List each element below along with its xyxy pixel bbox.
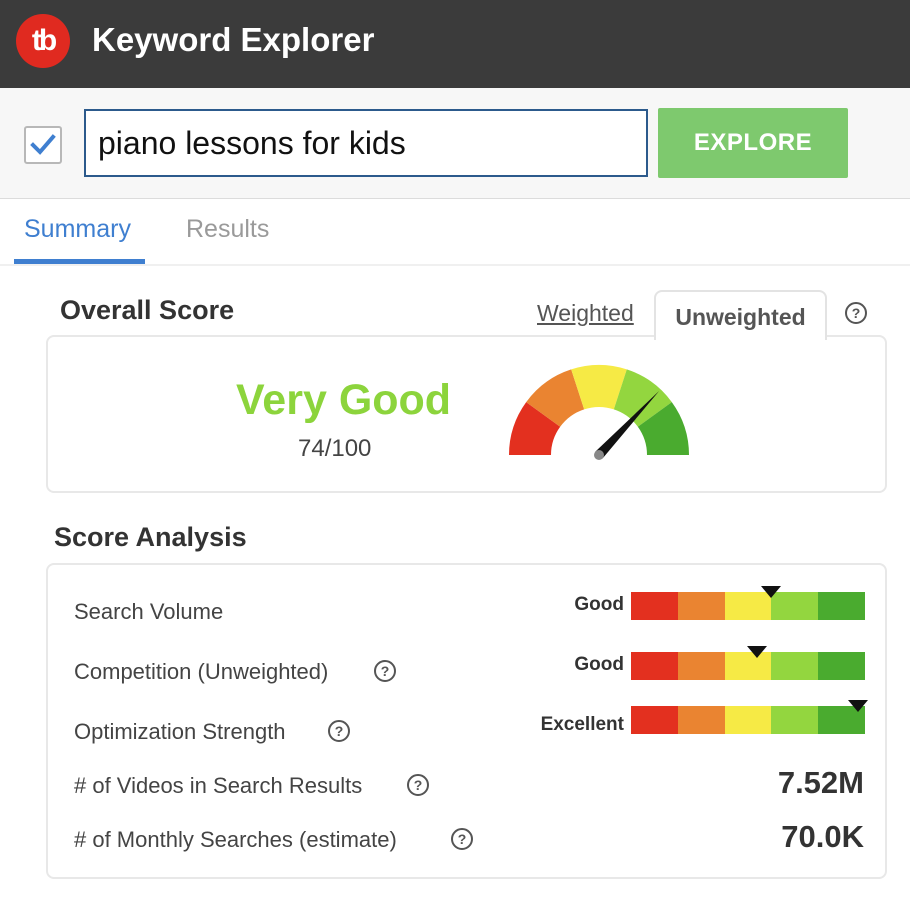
rating-segment-2: [677, 592, 725, 620]
rating-segment-4: [771, 652, 819, 680]
monthly-searches-value: 70.0K: [781, 819, 864, 854]
score-analysis-title: Score Analysis: [54, 522, 247, 552]
optimization-marker: [847, 700, 868, 712]
tab-results[interactable]: Results: [186, 214, 269, 244]
rating-segment-2: [677, 652, 725, 680]
monthly-searches-label: # of Monthly Searches (estimate): [74, 827, 397, 852]
competition-marker: [747, 646, 768, 658]
tubebuddy-logo-icon: tb: [16, 14, 70, 68]
search-volume-bar: [631, 592, 865, 620]
gauge-segments: [509, 365, 689, 455]
tab-bar: Summary Results: [0, 200, 910, 266]
app-title: Keyword Explorer: [92, 21, 375, 58]
search-volume-marker: [761, 586, 782, 598]
monthly-searches-help-icon[interactable]: ?: [451, 828, 473, 850]
videos-in-results-label: # of Videos in Search Results: [74, 773, 363, 798]
search-volume-rating: Good: [574, 594, 624, 615]
gauge-pivot: [594, 450, 604, 460]
videos-in-results-value: 7.52M: [777, 765, 864, 800]
search-checkbox[interactable]: [24, 126, 62, 164]
rating-segment-5: [818, 652, 865, 680]
rating-segment-1: [631, 592, 678, 620]
optimization-help-icon[interactable]: ?: [328, 720, 350, 742]
checkmark-icon: [30, 134, 56, 155]
score-value: 74/100: [298, 435, 372, 462]
competition-rating: Good: [574, 654, 624, 675]
keyword-search-input[interactable]: [84, 109, 648, 177]
competition-label: Competition (Unweighted): [74, 659, 329, 684]
rating-segment-1: [631, 706, 678, 734]
overall-score-title: Overall Score: [60, 295, 235, 325]
optimization-rating: Excellent: [540, 714, 624, 735]
rating-segment-5: [818, 592, 865, 620]
rating-segment-2: [677, 706, 725, 734]
unweighted-tab[interactable]: Unweighted: [654, 290, 827, 340]
rating-segment-3: [724, 706, 772, 734]
overall-score-card: [46, 335, 887, 493]
rating-segment-4: [771, 706, 819, 734]
search-volume-label: Search Volume: [74, 599, 224, 624]
overall-help-icon[interactable]: ?: [845, 302, 867, 324]
videos-help-icon[interactable]: ?: [407, 774, 429, 796]
optimization-strength-label: Optimization Strength: [74, 719, 286, 744]
explore-button[interactable]: EXPLORE: [658, 108, 848, 178]
active-tab-indicator: [14, 259, 145, 264]
app-header: tb Keyword Explorer: [0, 0, 910, 88]
optimization-bar: [631, 706, 865, 734]
tab-summary[interactable]: Summary: [24, 214, 131, 244]
weighted-link[interactable]: Weighted: [537, 299, 634, 327]
rating-segment-1: [631, 652, 678, 680]
score-rating-label: Very Good: [236, 376, 452, 424]
score-gauge: [509, 365, 689, 460]
competition-help-icon[interactable]: ?: [374, 660, 396, 682]
